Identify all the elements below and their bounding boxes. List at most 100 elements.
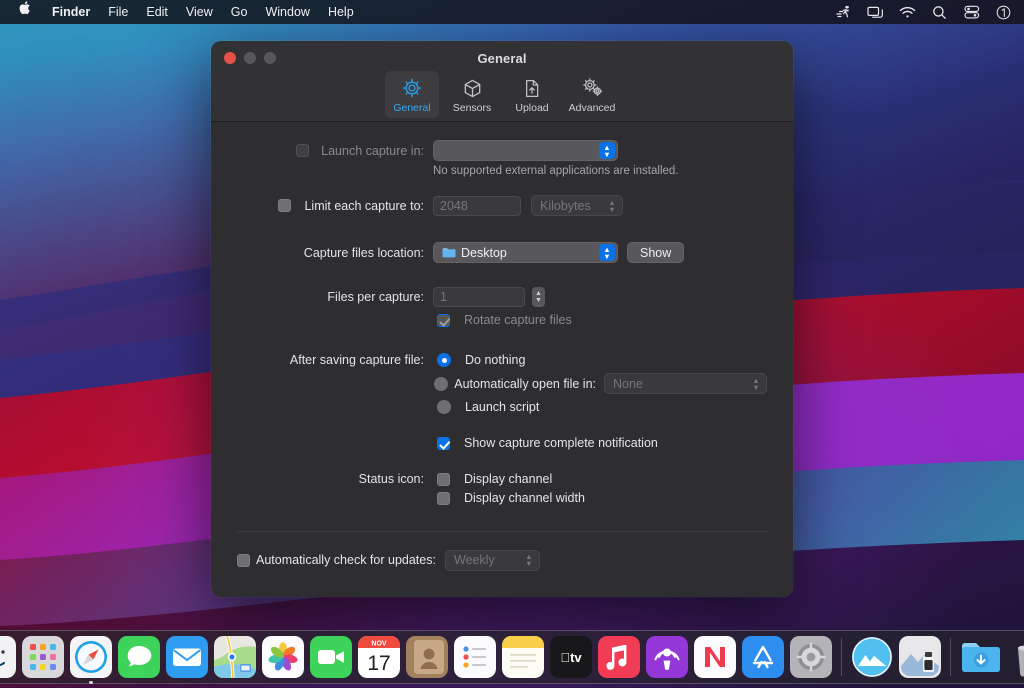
capture-app-icon [851, 636, 893, 678]
notification-checkbox[interactable] [437, 436, 450, 450]
menu-item-file[interactable]: File [99, 0, 137, 24]
spotlight-search-icon[interactable] [931, 4, 948, 21]
tab-advanced-label: Advanced [568, 102, 616, 114]
rotate-capture-checkbox[interactable] [437, 313, 450, 327]
auto-open-app-select[interactable]: None ▲ ▼ [604, 373, 767, 394]
siri-icon[interactable] [995, 4, 1012, 21]
chevron-updown-icon: ▲ ▼ [608, 197, 616, 214]
launch-capture-hint: No supported external applications are i… [433, 165, 679, 177]
messages-icon [118, 636, 160, 678]
radio-launch-script[interactable] [437, 400, 451, 414]
activity-running-icon[interactable] [835, 4, 852, 21]
tab-upload-label: Upload [515, 102, 549, 114]
dock-item-mail[interactable] [165, 635, 209, 679]
radio-launch-script-label: Launch script [465, 400, 540, 414]
podcasts-icon [646, 636, 688, 678]
dock-item-news[interactable] [693, 635, 737, 679]
tab-sensors[interactable]: Sensors [445, 71, 499, 118]
apple-logo-icon[interactable] [12, 0, 43, 24]
limit-capture-input[interactable]: 2048 [433, 195, 521, 216]
dock-item-podcasts[interactable] [645, 635, 689, 679]
dock-item-preview[interactable] [898, 635, 942, 679]
cube-icon [462, 76, 483, 100]
menu-item-edit[interactable]: Edit [137, 0, 177, 24]
downloads-folder-icon [960, 636, 1002, 678]
launch-capture-select[interactable]: ▲ ▼ [433, 140, 618, 161]
launch-capture-checkbox[interactable] [296, 144, 310, 157]
display-channel-width-label: Display channel width [464, 491, 585, 505]
control-center-icon[interactable] [963, 4, 980, 21]
dock-item-system-preferences[interactable] [789, 635, 833, 679]
tab-general[interactable]: General [385, 71, 439, 118]
section-divider [237, 531, 767, 532]
display-channel-checkbox[interactable] [437, 472, 450, 486]
limit-capture-value: 2048 [440, 198, 468, 213]
calendar-icon: NOV 17 [358, 636, 400, 678]
launchpad-icon [22, 636, 64, 678]
wifi-icon[interactable] [899, 4, 916, 21]
system-preferences-icon [790, 636, 832, 678]
double-gear-icon [581, 76, 604, 100]
tab-advanced[interactable]: Advanced [565, 71, 619, 118]
capture-location-row: Capture files location: Desktop ▲ ▼ Show [237, 242, 767, 263]
dock-item-finder[interactable] [0, 635, 17, 679]
tab-upload[interactable]: Upload [505, 71, 559, 118]
dock-item-launchpad[interactable] [21, 635, 65, 679]
dock-item-downloads-folder[interactable] [959, 635, 1003, 679]
dock-item-contacts[interactable] [405, 635, 449, 679]
tab-sensors-label: Sensors [452, 102, 492, 114]
menu-bar-left: Finder File Edit View Go Window Help [0, 0, 363, 24]
capture-location-label: Capture files location: [303, 245, 424, 260]
dock-item-photos[interactable] [261, 635, 305, 679]
chevron-up-icon: ▲ [535, 289, 542, 297]
files-per-capture-input[interactable]: 1 [433, 287, 525, 307]
contacts-icon [406, 636, 448, 678]
news-icon [694, 636, 736, 678]
chevron-down-icon: ▼ [535, 296, 542, 304]
chevron-updown-icon: ▲ ▼ [599, 142, 615, 159]
update-frequency-value: Weekly [453, 553, 495, 567]
display-channel-width-checkbox[interactable] [437, 491, 450, 505]
update-frequency-select[interactable]: Weekly ▲ ▼ [444, 549, 540, 571]
upload-file-icon [522, 76, 542, 100]
menu-bar: Finder File Edit View Go Window Help [0, 0, 1024, 24]
apple-logo-glyph [19, 1, 30, 15]
files-per-capture-stepper[interactable]: ▲ ▼ [532, 287, 545, 307]
preferences-content: Launch capture in: ▲ ▼ No supported exter… [211, 122, 793, 597]
preview-icon [899, 636, 941, 678]
limit-capture-checkbox[interactable] [278, 199, 292, 212]
radio-auto-open[interactable] [434, 376, 449, 391]
display-channel-label: Display channel [464, 472, 553, 486]
dock-separator-1 [841, 638, 842, 676]
capture-location-select[interactable]: Desktop ▲ ▼ [433, 242, 618, 263]
dock-item-apple-tv[interactable]: tv [549, 635, 593, 679]
limit-capture-unit-select[interactable]: Kilobytes ▲ ▼ [531, 195, 623, 216]
app-store-icon [742, 636, 784, 678]
dock-item-notes[interactable] [501, 635, 545, 679]
menu-item-finder[interactable]: Finder [43, 0, 99, 24]
dock-item-safari[interactable] [69, 635, 113, 684]
finder-icon [0, 636, 16, 678]
dock-item-music[interactable] [597, 635, 641, 679]
dock-item-app-store[interactable] [741, 635, 785, 679]
dock-item-trash[interactable] [1007, 635, 1024, 679]
menu-item-help[interactable]: Help [319, 0, 363, 24]
menu-item-window[interactable]: Window [256, 0, 318, 24]
dock-item-messages[interactable] [117, 635, 161, 679]
auto-update-checkbox[interactable] [237, 553, 250, 567]
launch-capture-hint-row: No supported external applications are i… [237, 165, 767, 177]
screen-mirroring-icon[interactable] [867, 4, 884, 21]
rotate-capture-label: Rotate capture files [464, 313, 572, 327]
limit-capture-row: Limit each capture to: 2048 Kilobytes ▲ ▼ [237, 195, 767, 216]
chevron-updown-icon: ▲ ▼ [525, 552, 533, 568]
dock-item-calendar[interactable]: NOV 17 [357, 635, 401, 679]
dock-item-facetime[interactable] [309, 635, 353, 679]
menu-item-go[interactable]: Go [222, 0, 257, 24]
radio-do-nothing[interactable] [437, 353, 451, 367]
after-saving-label: After saving capture file: [289, 353, 424, 367]
dock-item-reminders[interactable] [453, 635, 497, 679]
menu-item-view[interactable]: View [177, 0, 222, 24]
show-button[interactable]: Show [627, 242, 685, 263]
dock-item-maps[interactable] [213, 635, 257, 679]
dock-item-capture-app[interactable] [850, 635, 894, 679]
